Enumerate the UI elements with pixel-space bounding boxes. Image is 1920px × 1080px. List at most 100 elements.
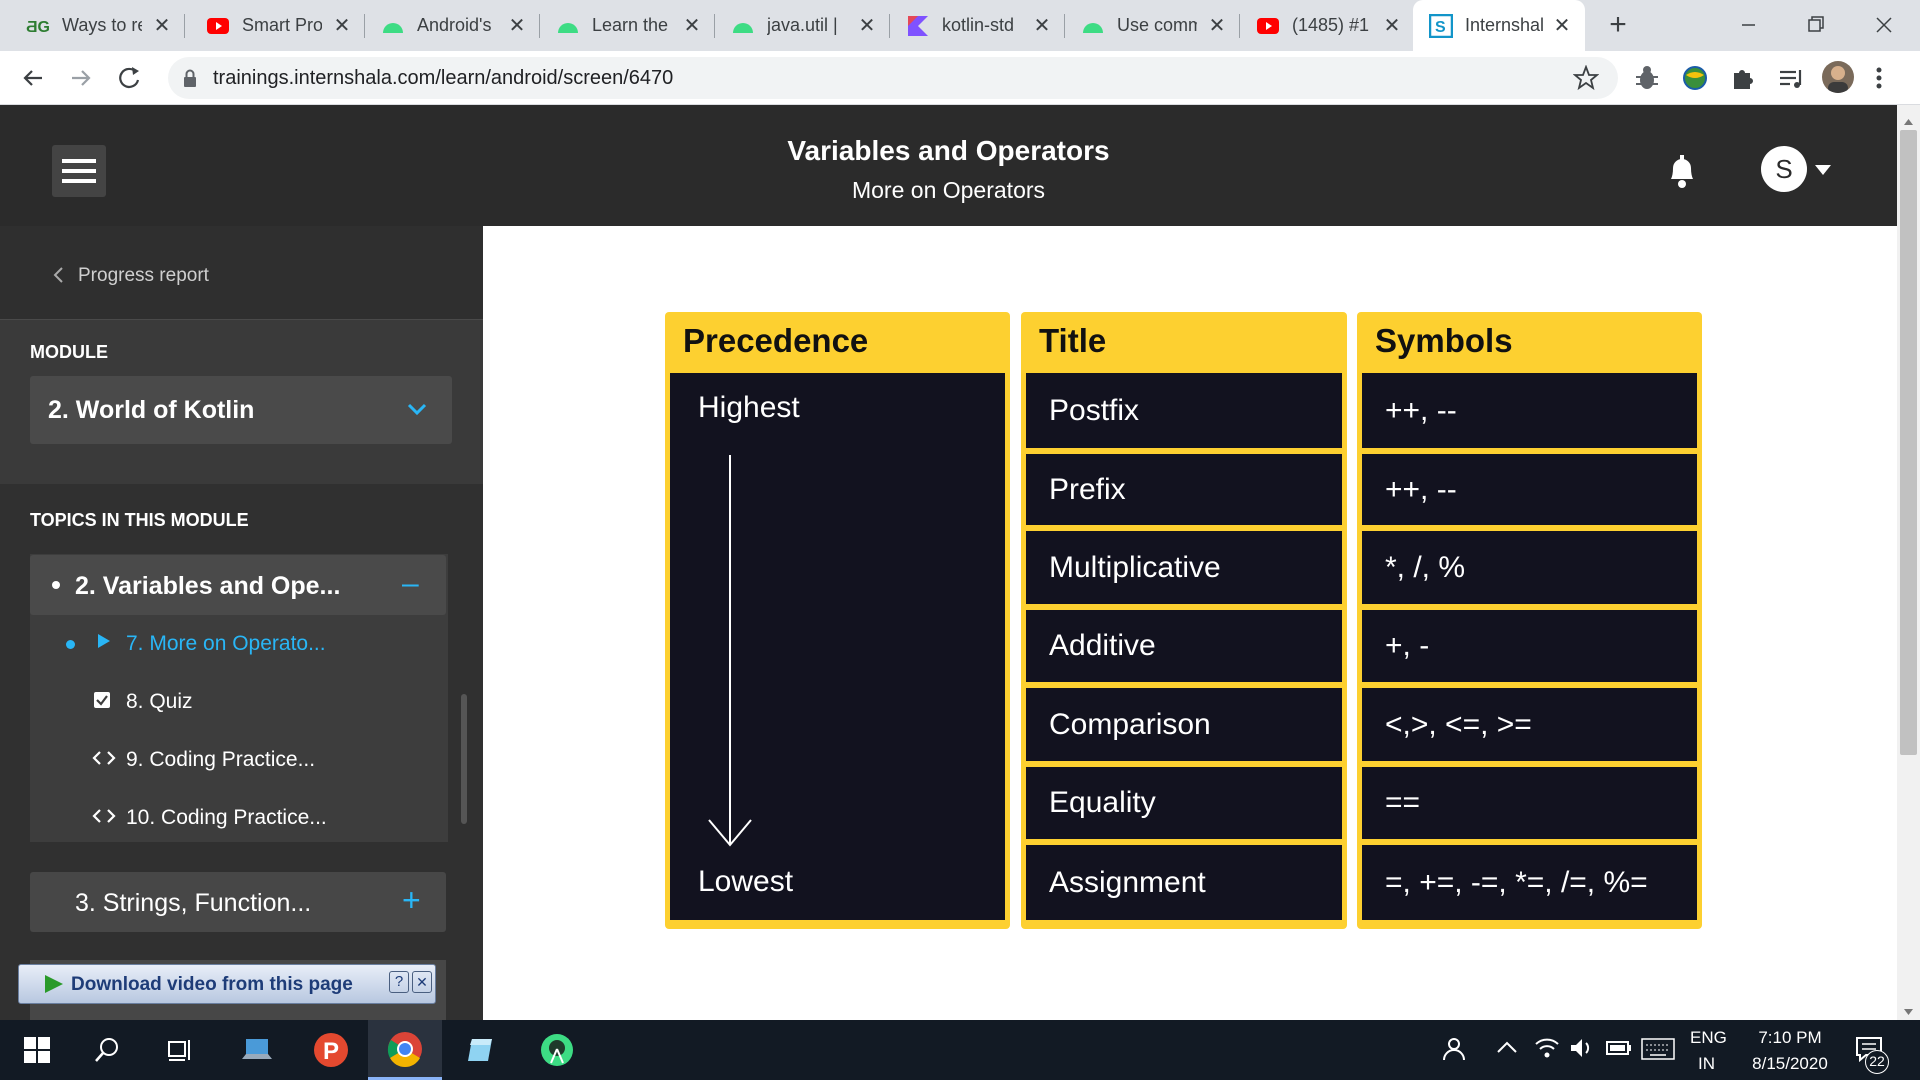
module-select-value: 2. World of Kotlin (48, 396, 255, 424)
back-icon[interactable] (16, 61, 50, 95)
wifi-icon[interactable] (1534, 1036, 1560, 1065)
table-cell: Multiplicative (1026, 531, 1342, 604)
next-topic-header[interactable]: 3. Strings, Function... + (30, 872, 446, 932)
browser-tab[interactable]: Smart Pro ✕ (190, 0, 365, 51)
youtube-icon (206, 14, 230, 38)
browser-menu-icon[interactable] (1872, 63, 1886, 98)
lowest-label: Lowest (698, 865, 794, 898)
active-topic-title: 2. Variables and Ope... (75, 572, 341, 600)
app-header: Variables and Operators More on Operator… (0, 105, 1897, 226)
globe-extension-icon[interactable] (1680, 63, 1710, 98)
subtopic-item[interactable]: 8. Quiz (94, 690, 193, 714)
close-icon[interactable]: ✕ (504, 12, 530, 38)
people-icon[interactable] (1440, 1036, 1468, 1069)
svg-text:P: P (323, 1038, 339, 1065)
windows-start-icon[interactable] (0, 1020, 74, 1080)
volume-icon[interactable] (1568, 1036, 1596, 1065)
clock[interactable]: 7:10 PM 8/15/2020 (1745, 1028, 1835, 1074)
dg-icon: ƋG (26, 14, 50, 38)
svg-text:ƋG: ƋG (26, 19, 50, 35)
close-icon[interactable]: ✕ (854, 12, 880, 38)
pocketcasts-icon[interactable]: P (294, 1020, 368, 1080)
close-icon[interactable]: ✕ (679, 12, 705, 38)
window-close-icon[interactable] (1866, 10, 1902, 40)
page-title: Variables and Operators (787, 135, 1110, 166)
browser-tab[interactable]: Learn the ✕ (540, 0, 715, 51)
profile-avatar[interactable] (1822, 61, 1854, 93)
caret-down-icon[interactable] (1814, 163, 1832, 182)
browser-tab-active[interactable]: S Internshal ✕ (1413, 0, 1585, 51)
android-icon (1081, 14, 1105, 38)
page-scrollbar[interactable] (1897, 105, 1920, 1020)
android-icon (731, 14, 755, 38)
download-play-icon (43, 973, 65, 1000)
close-icon[interactable]: ✕ (1379, 12, 1405, 38)
android-icon (381, 14, 405, 38)
scroll-down-icon[interactable] (1903, 1003, 1914, 1021)
chrome-icon[interactable] (368, 1020, 442, 1080)
bookmark-star-icon[interactable] (1572, 64, 1600, 96)
task-view-icon[interactable] (143, 1020, 217, 1080)
kotlin-icon (906, 14, 930, 38)
tab-label: Internshal (1465, 15, 1545, 35)
next-topic-title: 3. Strings, Function... (75, 889, 312, 917)
close-icon[interactable]: ✕ (1204, 12, 1230, 38)
browser-tab[interactable]: ƋG Ways to re ✕ (10, 0, 185, 51)
close-icon[interactable]: ✕ (1549, 12, 1575, 38)
table-cell: Additive (1026, 610, 1342, 682)
forward-icon[interactable] (64, 61, 98, 95)
laptop-app-icon[interactable] (220, 1020, 294, 1080)
module-select[interactable]: 2. World of Kotlin (30, 376, 452, 444)
expand-icon[interactable]: + (402, 882, 421, 919)
reload-icon[interactable] (112, 61, 146, 95)
browser-tab[interactable]: Use comm ✕ (1065, 0, 1240, 51)
browser-tab[interactable]: kotlin-std ✕ (890, 0, 1065, 51)
browser-tab[interactable]: (1485) #1 ✕ (1240, 0, 1415, 51)
search-icon[interactable] (70, 1020, 144, 1080)
chevron-up-icon[interactable] (1496, 1040, 1518, 1059)
table-cell: Prefix (1026, 454, 1342, 525)
android-studio-icon[interactable] (520, 1020, 594, 1080)
close-button[interactable]: ✕ (412, 971, 432, 993)
subtopic-item[interactable]: 10. Coding Practice... (92, 806, 327, 830)
battery-icon[interactable] (1606, 1040, 1632, 1061)
close-icon[interactable]: ✕ (149, 12, 175, 38)
table-cell: ++, -- (1362, 373, 1697, 448)
keyboard-icon[interactable] (1641, 1038, 1675, 1065)
download-video-bar[interactable]: Download video from this page ? ✕ (18, 964, 436, 1004)
precedence-column: Precedence Highest Lowest (665, 312, 1010, 929)
sidebar-scrollbar[interactable] (461, 694, 467, 824)
sidebar: Progress report MODULE 2. World of Kotli… (0, 226, 483, 1020)
extensions-puzzle-icon[interactable] (1728, 63, 1758, 98)
address-bar[interactable]: trainings.internshala.com/learn/android/… (168, 57, 1618, 99)
subtopic-item-current[interactable]: 7. More on Operato... (96, 632, 326, 656)
new-tab-button[interactable]: + (1600, 8, 1636, 44)
language-indicator[interactable]: ENG IN (1690, 1028, 1727, 1074)
scrollbar-thumb[interactable] (1900, 130, 1917, 755)
close-icon[interactable]: ✕ (1029, 12, 1055, 38)
media-queue-icon[interactable] (1776, 63, 1806, 98)
progress-report-bar[interactable]: Progress report (0, 226, 483, 320)
browser-tab[interactable]: Android's ✕ (365, 0, 540, 51)
collapse-icon[interactable]: – (402, 567, 419, 601)
active-topic-header[interactable]: 2. Variables and Ope... – (30, 555, 446, 615)
user-avatar[interactable]: S (1761, 146, 1807, 192)
precedence-cell: Highest Lowest (670, 373, 1005, 920)
tab-label: Smart Pro (242, 15, 322, 35)
browser-tab[interactable]: java.util | ✕ (715, 0, 890, 51)
scroll-up-icon[interactable] (1903, 113, 1914, 131)
bug-extension-icon[interactable] (1632, 63, 1662, 98)
minimize-icon[interactable] (1730, 10, 1766, 40)
subtopic-item[interactable]: 9. Coding Practice... (92, 748, 315, 772)
table-cell: == (1362, 767, 1697, 839)
bell-icon[interactable] (1665, 151, 1699, 196)
notes-app-icon[interactable] (444, 1020, 518, 1080)
help-button[interactable]: ? (389, 971, 409, 993)
svg-text:S: S (1435, 19, 1446, 36)
download-video-label: Download video from this page (71, 974, 353, 995)
progress-report-link[interactable]: Progress report (78, 265, 209, 287)
symbols-column: Symbols ++, -- ++, -- *, /, % +, - <,>, … (1357, 312, 1702, 929)
close-icon[interactable]: ✕ (329, 12, 355, 38)
restore-icon[interactable] (1798, 10, 1834, 40)
clock-date: 8/15/2020 (1752, 1054, 1828, 1073)
